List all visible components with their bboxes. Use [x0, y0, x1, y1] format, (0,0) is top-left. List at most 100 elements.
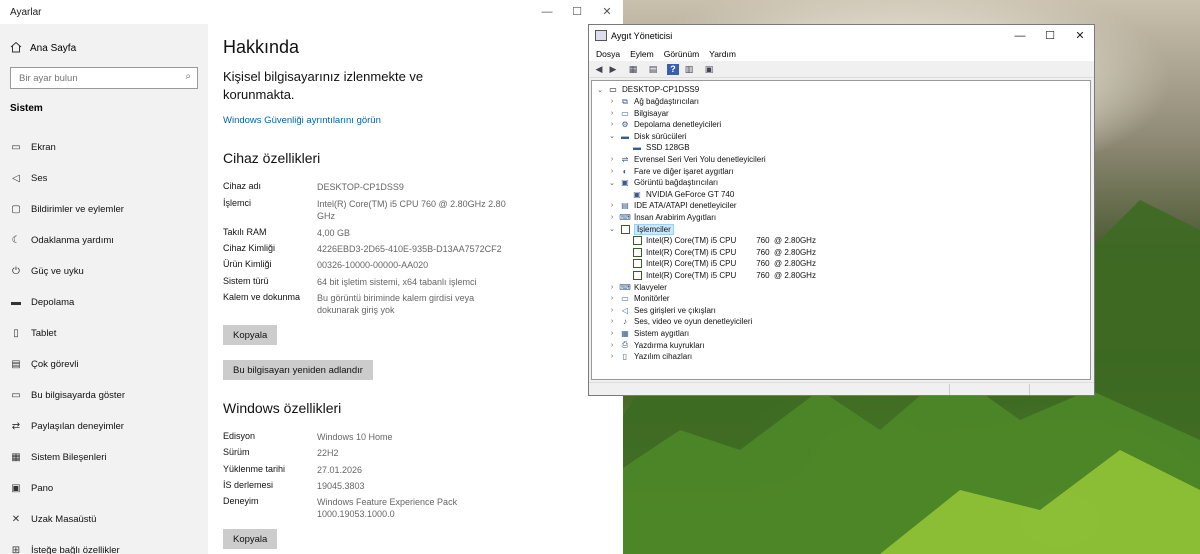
sidebar-item-label: İsteğe bağlı özellikler — [31, 544, 120, 554]
tree-root[interactable]: ⌄ ▭ DESKTOP-CP1DSS9 — [596, 84, 699, 95]
tree-category[interactable]: › ▭ Bilgisayar — [608, 108, 669, 119]
chevron-right-icon[interactable]: › — [608, 342, 616, 349]
tree-node-label: Ses, video ve oyun denetleyicileri — [634, 317, 753, 327]
chevron-down-icon[interactable]: ⌄ — [608, 132, 616, 140]
tree-device[interactable]: ▣ NVIDIA GeForce GT 740 — [620, 189, 734, 200]
sidebar-item[interactable]: ◁ Ses — [10, 170, 47, 186]
chevron-right-icon[interactable]: › — [608, 330, 616, 337]
devmgr-maximize-button[interactable]: ☐ — [1035, 26, 1065, 46]
spec-value: Windows 10 Home — [317, 432, 393, 442]
tree-category[interactable]: › ⌨ Klavyeler — [608, 282, 667, 293]
device-manager-icon — [595, 30, 607, 41]
chevron-right-icon[interactable]: › — [608, 307, 616, 314]
update-driver-icon[interactable]: ▤ — [647, 64, 659, 75]
tree-device[interactable]: Intel(R) Core(TM) i5 CPU 760 @ 2.80GHz — [620, 270, 816, 281]
chevron-right-icon[interactable]: › — [608, 121, 616, 128]
tree-category[interactable]: › ⎙ Yazdırma kuyrukları — [608, 340, 705, 351]
properties-icon[interactable]: ▦ — [627, 64, 639, 75]
tree-category[interactable]: › ▭ Monitörler — [608, 293, 670, 304]
search-box[interactable]: ⌕ — [10, 67, 198, 89]
monitor-icon: ▭ — [11, 141, 21, 153]
menu-help[interactable]: Yardım — [709, 47, 736, 61]
tree-category[interactable]: › ◁ Ses girişleri ve çıkışları — [608, 305, 716, 316]
search-input[interactable] — [19, 71, 179, 85]
sidebar-item[interactable]: ⏻ Güç ve uyku — [10, 263, 84, 279]
tree-category[interactable]: › ▯ Yazılım cihazları — [608, 351, 692, 362]
network-icon: ⧉ — [622, 96, 628, 106]
keyboard-icon: ⌨ — [619, 282, 631, 292]
sidebar-item[interactable]: ✕ Uzak Masaüstü — [10, 511, 97, 527]
copy-device-specs-button[interactable]: Kopyala — [223, 325, 278, 345]
chevron-down-icon[interactable]: ⌄ — [608, 225, 616, 233]
chevron-right-icon[interactable]: › — [608, 156, 616, 163]
tree-category[interactable]: › ▤ IDE ATA/ATAPI denetleyiciler — [608, 200, 737, 211]
chevron-right-icon[interactable]: › — [608, 98, 616, 105]
chevron-right-icon[interactable]: › — [608, 295, 616, 302]
tree-category[interactable]: ⌄ ▣ Görüntü bağdaştırıcıları — [608, 177, 718, 188]
sidebar-item[interactable]: ▤ Çok görevli — [10, 356, 78, 372]
chevron-right-icon[interactable]: › — [608, 214, 616, 221]
chevron-right-icon[interactable]: › — [608, 202, 616, 209]
sidebar-item[interactable]: ▢ Bildirimler ve eylemler — [10, 201, 124, 217]
chevron-right-icon[interactable]: › — [608, 284, 616, 291]
settings-sidebar: Ana Sayfa ⌕ Sistem ▭ Ekran ◁ Ses ▢ Bildirimle… — [0, 24, 208, 554]
chevron-right-icon[interactable]: › — [608, 110, 616, 117]
menu-file[interactable]: Dosya — [596, 47, 620, 61]
tree-device[interactable]: Intel(R) Core(TM) i5 CPU 760 @ 2.80GHz — [620, 235, 816, 246]
devmgr-minimize-button[interactable]: — — [1005, 26, 1035, 46]
tree-category[interactable]: › ♪ Ses, video ve oyun denetleyicileri — [608, 316, 752, 327]
cpu-icon — [632, 247, 642, 257]
security-details-link[interactable]: Windows Güvenliği ayrıntılarını görün — [223, 115, 381, 126]
sidebar-item[interactable]: ▭ Bu bilgisayarda göster — [10, 387, 125, 403]
sidebar-item[interactable]: ▬ Depolama — [10, 294, 74, 310]
tree-category[interactable]: › ⇌ Evrensel Seri Veri Yolu denetleyiciler… — [608, 154, 766, 165]
maximize-button[interactable]: ☐ — [562, 2, 592, 22]
sidebar-item-label: Odaklanma yardımı — [31, 234, 114, 246]
search-icon[interactable]: ⌕ — [185, 71, 191, 82]
minimize-button[interactable]: — — [532, 2, 562, 22]
sidebar-item-label: Ses — [31, 172, 48, 184]
tree-device[interactable]: ▬ SSD 128GB — [620, 142, 690, 153]
tree-node-label: Intel(R) Core(TM) i5 CPU 760 @ 2.80GHz — [646, 259, 816, 269]
chevron-right-icon[interactable]: › — [608, 318, 616, 325]
usb-icon: ⇌ — [621, 155, 629, 164]
chevron-down-icon[interactable]: ⌄ — [596, 86, 604, 94]
tree-category[interactable]: › ▦ Sistem aygıtları — [608, 328, 689, 339]
tree-category[interactable]: › ⚙ Depolama denetleyicileri — [608, 119, 721, 130]
tree-category[interactable]: ⌄ ▬ Disk sürücüleri — [608, 131, 686, 142]
tree-device[interactable]: Intel(R) Core(TM) i5 CPU 760 @ 2.80GHz — [620, 247, 816, 258]
menu-view[interactable]: Görünüm — [664, 47, 699, 61]
spec-key: Cihaz adı — [223, 181, 262, 191]
chevron-down-icon[interactable]: ⌄ — [608, 179, 616, 187]
sidebar-item[interactable]: ☾ Odaklanma yardımı — [10, 232, 114, 248]
rename-pc-button[interactable]: Bu bilgisayarı yeniden adlandır — [223, 360, 373, 380]
about-content: Hakkında Kişisel bilgisayarınız izlenmek… — [208, 24, 623, 554]
tree-device[interactable]: Intel(R) Core(TM) i5 CPU 760 @ 2.80GHz — [620, 258, 816, 269]
forward-icon[interactable]: ▶ — [607, 64, 619, 75]
cpu-icon — [632, 259, 642, 269]
sidebar-item[interactable]: ⊞ İsteğe bağlı özellikler — [10, 542, 120, 554]
section-label: Sistem — [10, 103, 43, 114]
menu-action[interactable]: Eylem — [630, 47, 654, 61]
tree-category[interactable]: ⌄ İşlemciler — [608, 223, 674, 235]
devmgr-close-button[interactable]: ✕ — [1065, 26, 1095, 46]
chevron-right-icon[interactable]: › — [608, 353, 616, 360]
close-button[interactable]: ✕ — [592, 2, 622, 22]
tree-category[interactable]: › ⌨ İnsan Arabirim Aygıtları — [608, 212, 716, 223]
sidebar-item[interactable]: ▭ Ekran — [10, 139, 56, 155]
show-hidden-icon[interactable]: ▥ — [683, 64, 695, 75]
nav-home[interactable]: Ana Sayfa — [10, 40, 76, 56]
copy-windows-specs-button[interactable]: Kopyala — [223, 529, 278, 549]
sidebar-item[interactable]: ▯ Tablet — [10, 325, 56, 341]
back-icon[interactable]: ◀ — [593, 64, 605, 75]
tree-category[interactable]: › ◐ Fare ve diğer işaret aygıtları — [608, 166, 734, 177]
scan-hardware-icon[interactable]: ▣ — [703, 64, 715, 75]
help-icon[interactable]: ? — [667, 64, 679, 75]
sidebar-item[interactable]: ▣ Pano — [10, 480, 53, 496]
disk-icon: ▬ — [633, 143, 641, 153]
sidebar-item[interactable]: ▦ Sistem Bileşenleri — [10, 449, 106, 465]
tree-category[interactable]: › ⧉ Ağ bağdaştırıcıları — [608, 96, 699, 107]
chevron-right-icon[interactable]: › — [608, 168, 616, 175]
sidebar-item[interactable]: ⇄ Paylaşılan deneyimler — [10, 418, 124, 434]
notification-icon: ▢ — [11, 203, 21, 215]
